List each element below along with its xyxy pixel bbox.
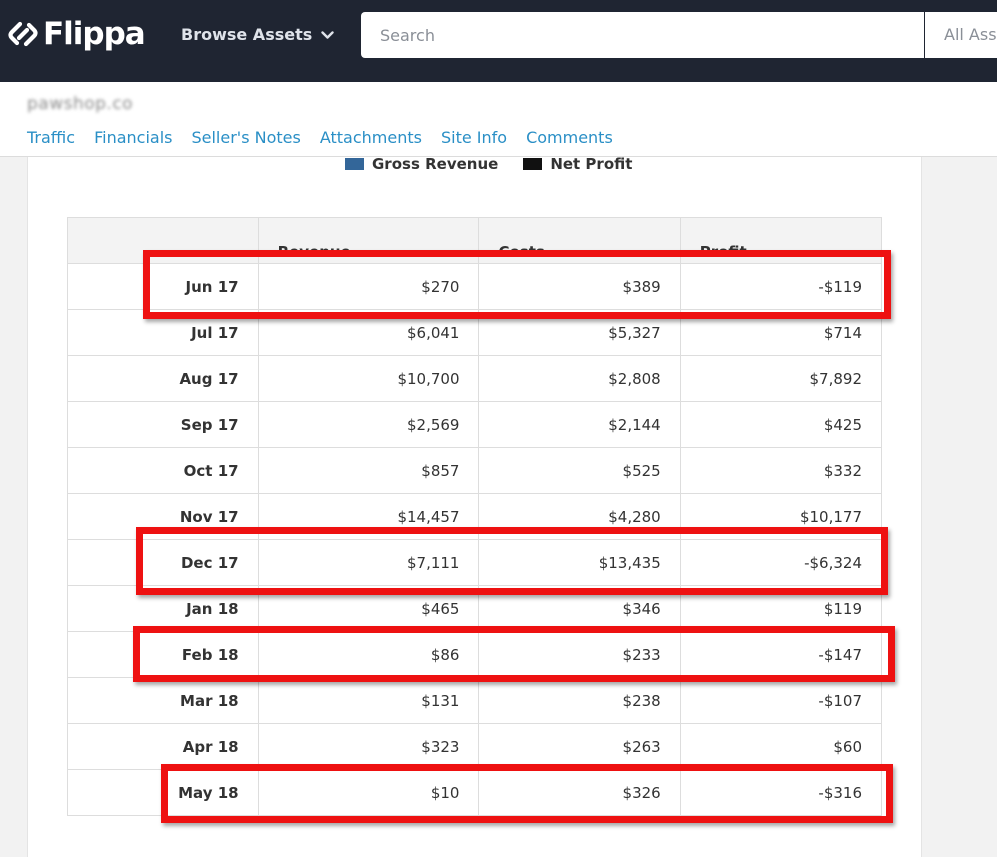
tab-financials[interactable]: Financials <box>94 128 172 147</box>
browse-assets-label: Browse Assets <box>181 25 313 44</box>
tab-site-info[interactable]: Site Info <box>441 128 507 147</box>
cell-revenue: $10,700 <box>257 355 480 402</box>
cell-costs: $2,144 <box>478 401 681 448</box>
cell-profit: $60 <box>679 723 883 770</box>
cell-month: Mar 18 <box>67 677 259 724</box>
cell-costs: $263 <box>478 723 681 770</box>
browse-assets-menu[interactable]: Browse Assets <box>181 22 334 48</box>
chart-legend: Gross Revenue Net Profit <box>345 155 657 173</box>
cell-costs: $238 <box>478 677 681 724</box>
listing-tabs: Traffic Financials Seller's Notes Attach… <box>27 128 632 147</box>
highlight-box-jun-17 <box>143 250 891 319</box>
cell-revenue: $323 <box>257 723 480 770</box>
listing-header: pawshop.co Traffic Financials Seller's N… <box>0 82 997 157</box>
category-select[interactable]: All Assets <box>925 12 997 58</box>
highlight-box-may-18 <box>161 764 893 823</box>
tab-comments[interactable]: Comments <box>526 128 613 147</box>
legend-item-gross-revenue[interactable]: Gross Revenue <box>345 155 498 173</box>
tab-attachments[interactable]: Attachments <box>320 128 422 147</box>
table-row: Sep 17 $2,569 $2,144 $425 <box>67 401 883 448</box>
cell-month: Apr 18 <box>67 723 259 770</box>
legend-item-net-profit[interactable]: Net Profit <box>523 155 632 173</box>
cell-revenue: $2,569 <box>257 401 480 448</box>
table-row: Mar 18 $131 $238 -$107 <box>67 677 883 724</box>
table-row: Apr 18 $323 $263 $60 <box>67 723 883 770</box>
financials-panel: Gross Revenue Net Profit Revenue Costs P… <box>27 155 922 857</box>
cell-costs: $2,808 <box>478 355 681 402</box>
cell-revenue: $857 <box>257 447 480 494</box>
tab-traffic[interactable]: Traffic <box>27 128 75 147</box>
cell-month: Sep 17 <box>67 401 259 448</box>
legend-label-net-profit: Net Profit <box>550 155 633 173</box>
cell-costs: $525 <box>478 447 681 494</box>
flippa-logo[interactable]: Flippa <box>8 16 146 52</box>
cell-revenue: $131 <box>257 677 480 724</box>
highlight-box-feb-18 <box>133 626 895 682</box>
cell-profit: $332 <box>679 447 883 494</box>
listing-title: pawshop.co <box>27 94 134 114</box>
legend-swatch-net-profit <box>523 158 543 170</box>
search-input[interactable] <box>361 12 924 58</box>
tab-sellers-notes[interactable]: Seller's Notes <box>191 128 300 147</box>
table-row: Aug 17 $10,700 $2,808 $7,892 <box>67 355 883 402</box>
cell-profit: -$107 <box>679 677 883 724</box>
chevron-down-icon <box>321 30 334 39</box>
cell-month: Aug 17 <box>67 355 259 402</box>
flippa-logo-icon <box>8 21 38 47</box>
cell-profit: $425 <box>679 401 883 448</box>
logo-text: Flippa <box>43 16 146 52</box>
cell-profit: $7,892 <box>679 355 883 402</box>
table-row: Oct 17 $857 $525 $332 <box>67 447 883 494</box>
legend-swatch-gross-revenue <box>345 158 364 170</box>
top-nav-bar: Flippa Browse Assets All Assets <box>0 0 997 82</box>
legend-label-gross-revenue: Gross Revenue <box>372 155 499 173</box>
cell-month: Oct 17 <box>67 447 259 494</box>
highlight-box-dec-17 <box>136 527 888 595</box>
